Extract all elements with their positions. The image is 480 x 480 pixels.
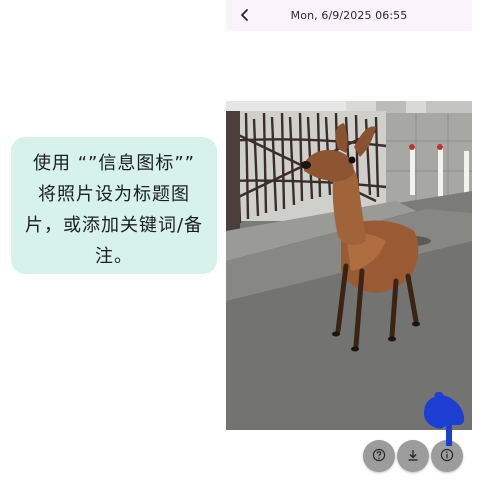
download-icon — [406, 447, 420, 466]
top-app-bar: Mon, 6/9/2025 06:55 — [226, 0, 472, 31]
help-button[interactable] — [363, 440, 395, 472]
help-icon — [372, 447, 386, 466]
info-icon — [440, 447, 454, 466]
photo-image[interactable] — [226, 101, 472, 430]
pointer-hand-icon — [418, 391, 466, 447]
info-tooltip: 使用 “”信息图标”” 将照片设为标题图片，或添加关键词/备注。 — [11, 137, 217, 274]
photo-datetime: Mon, 6/9/2025 06:55 — [290, 9, 408, 22]
